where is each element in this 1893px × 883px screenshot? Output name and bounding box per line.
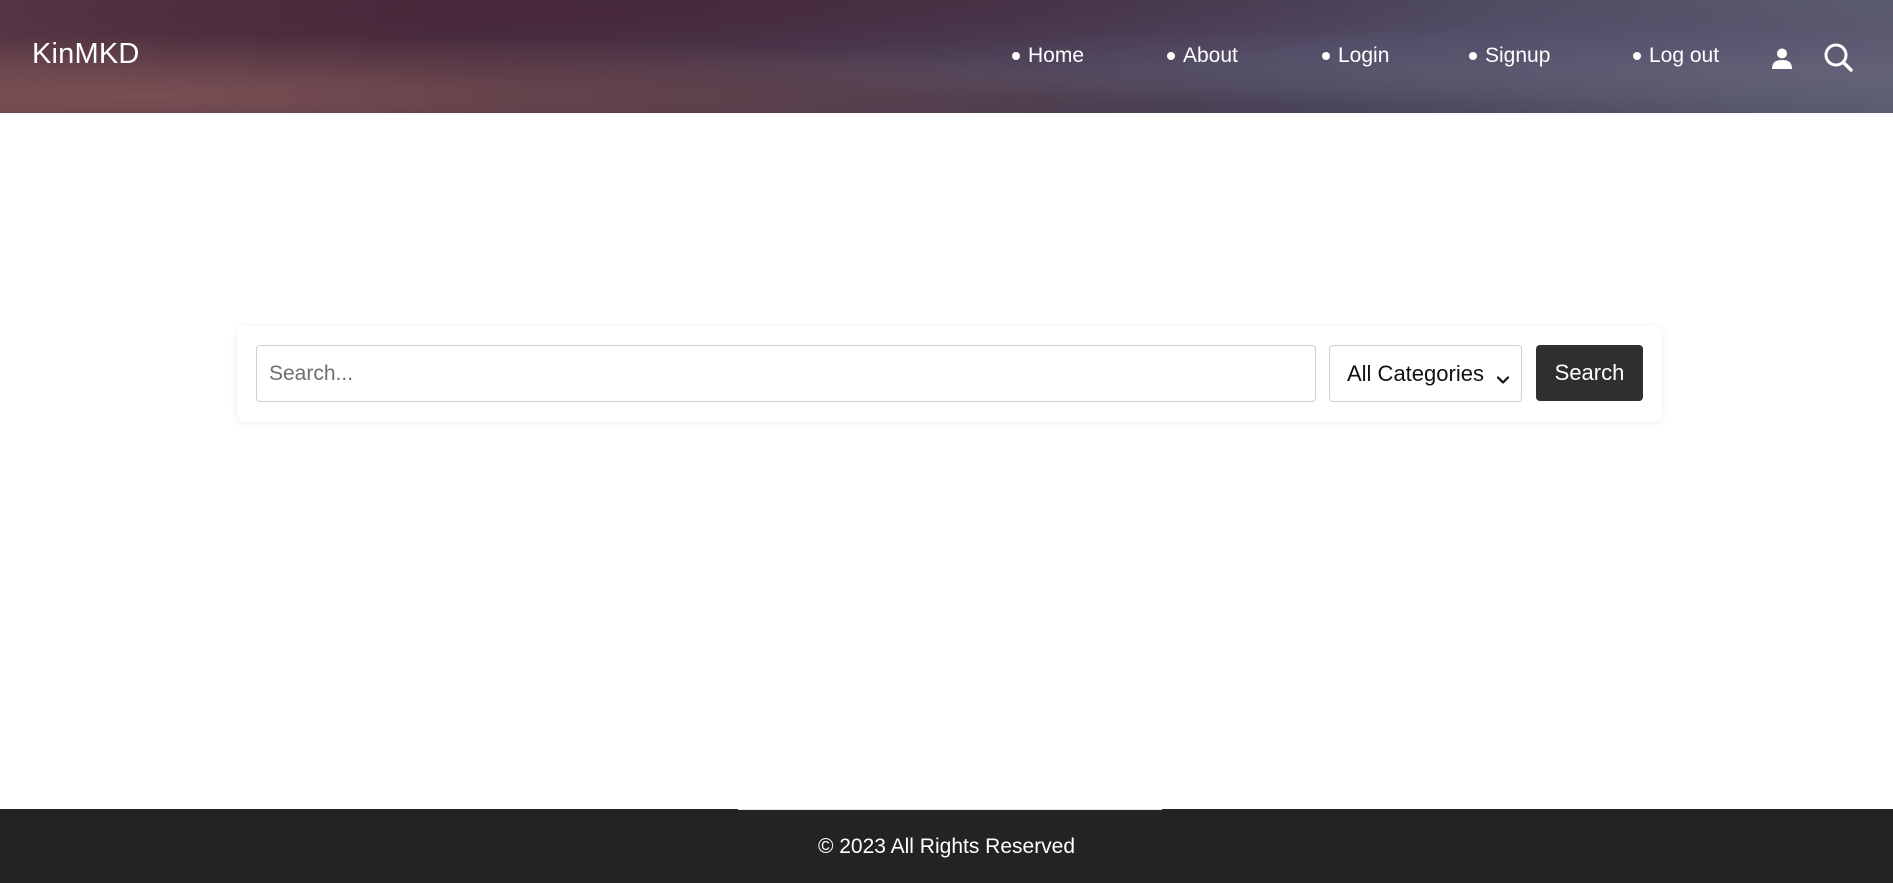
site-footer: © 2023 All Rights Reserved	[0, 809, 1893, 883]
category-select-value: All Categories	[1347, 360, 1484, 386]
user-icon[interactable]	[1770, 46, 1794, 75]
brand-logo[interactable]: KinMKD	[32, 38, 140, 71]
bullet-icon	[1012, 52, 1020, 60]
nav-item-logout[interactable]: Log out	[1633, 44, 1719, 68]
bullet-icon	[1469, 52, 1477, 60]
copyright-text: © 2023 All Rights Reserved	[817, 835, 1076, 858]
chevron-down-icon	[1496, 367, 1510, 393]
bullet-icon	[1633, 52, 1641, 60]
search-input[interactable]	[256, 345, 1316, 402]
footer-divider	[738, 809, 1162, 810]
site-header: KinMKD Home About Login Signup Log out	[0, 0, 1893, 113]
category-select[interactable]: All Categories	[1329, 345, 1522, 402]
nav-item-label: Log out	[1649, 44, 1720, 67]
nav-item-home[interactable]: Home	[1012, 44, 1084, 68]
nav-item-label: Home	[1028, 44, 1085, 67]
nav-item-label: Signup	[1485, 44, 1551, 67]
search-button[interactable]: Search	[1536, 345, 1643, 401]
nav-item-label: About	[1183, 44, 1238, 67]
nav-item-label: Login	[1338, 44, 1390, 67]
search-panel: All Categories Search	[237, 326, 1662, 422]
nav-item-about[interactable]: About	[1167, 44, 1238, 68]
nav-item-login[interactable]: Login	[1322, 44, 1389, 68]
search-icon[interactable]	[1823, 42, 1853, 77]
bullet-icon	[1322, 52, 1330, 60]
bullet-icon	[1167, 52, 1175, 60]
nav-item-signup[interactable]: Signup	[1469, 44, 1550, 68]
